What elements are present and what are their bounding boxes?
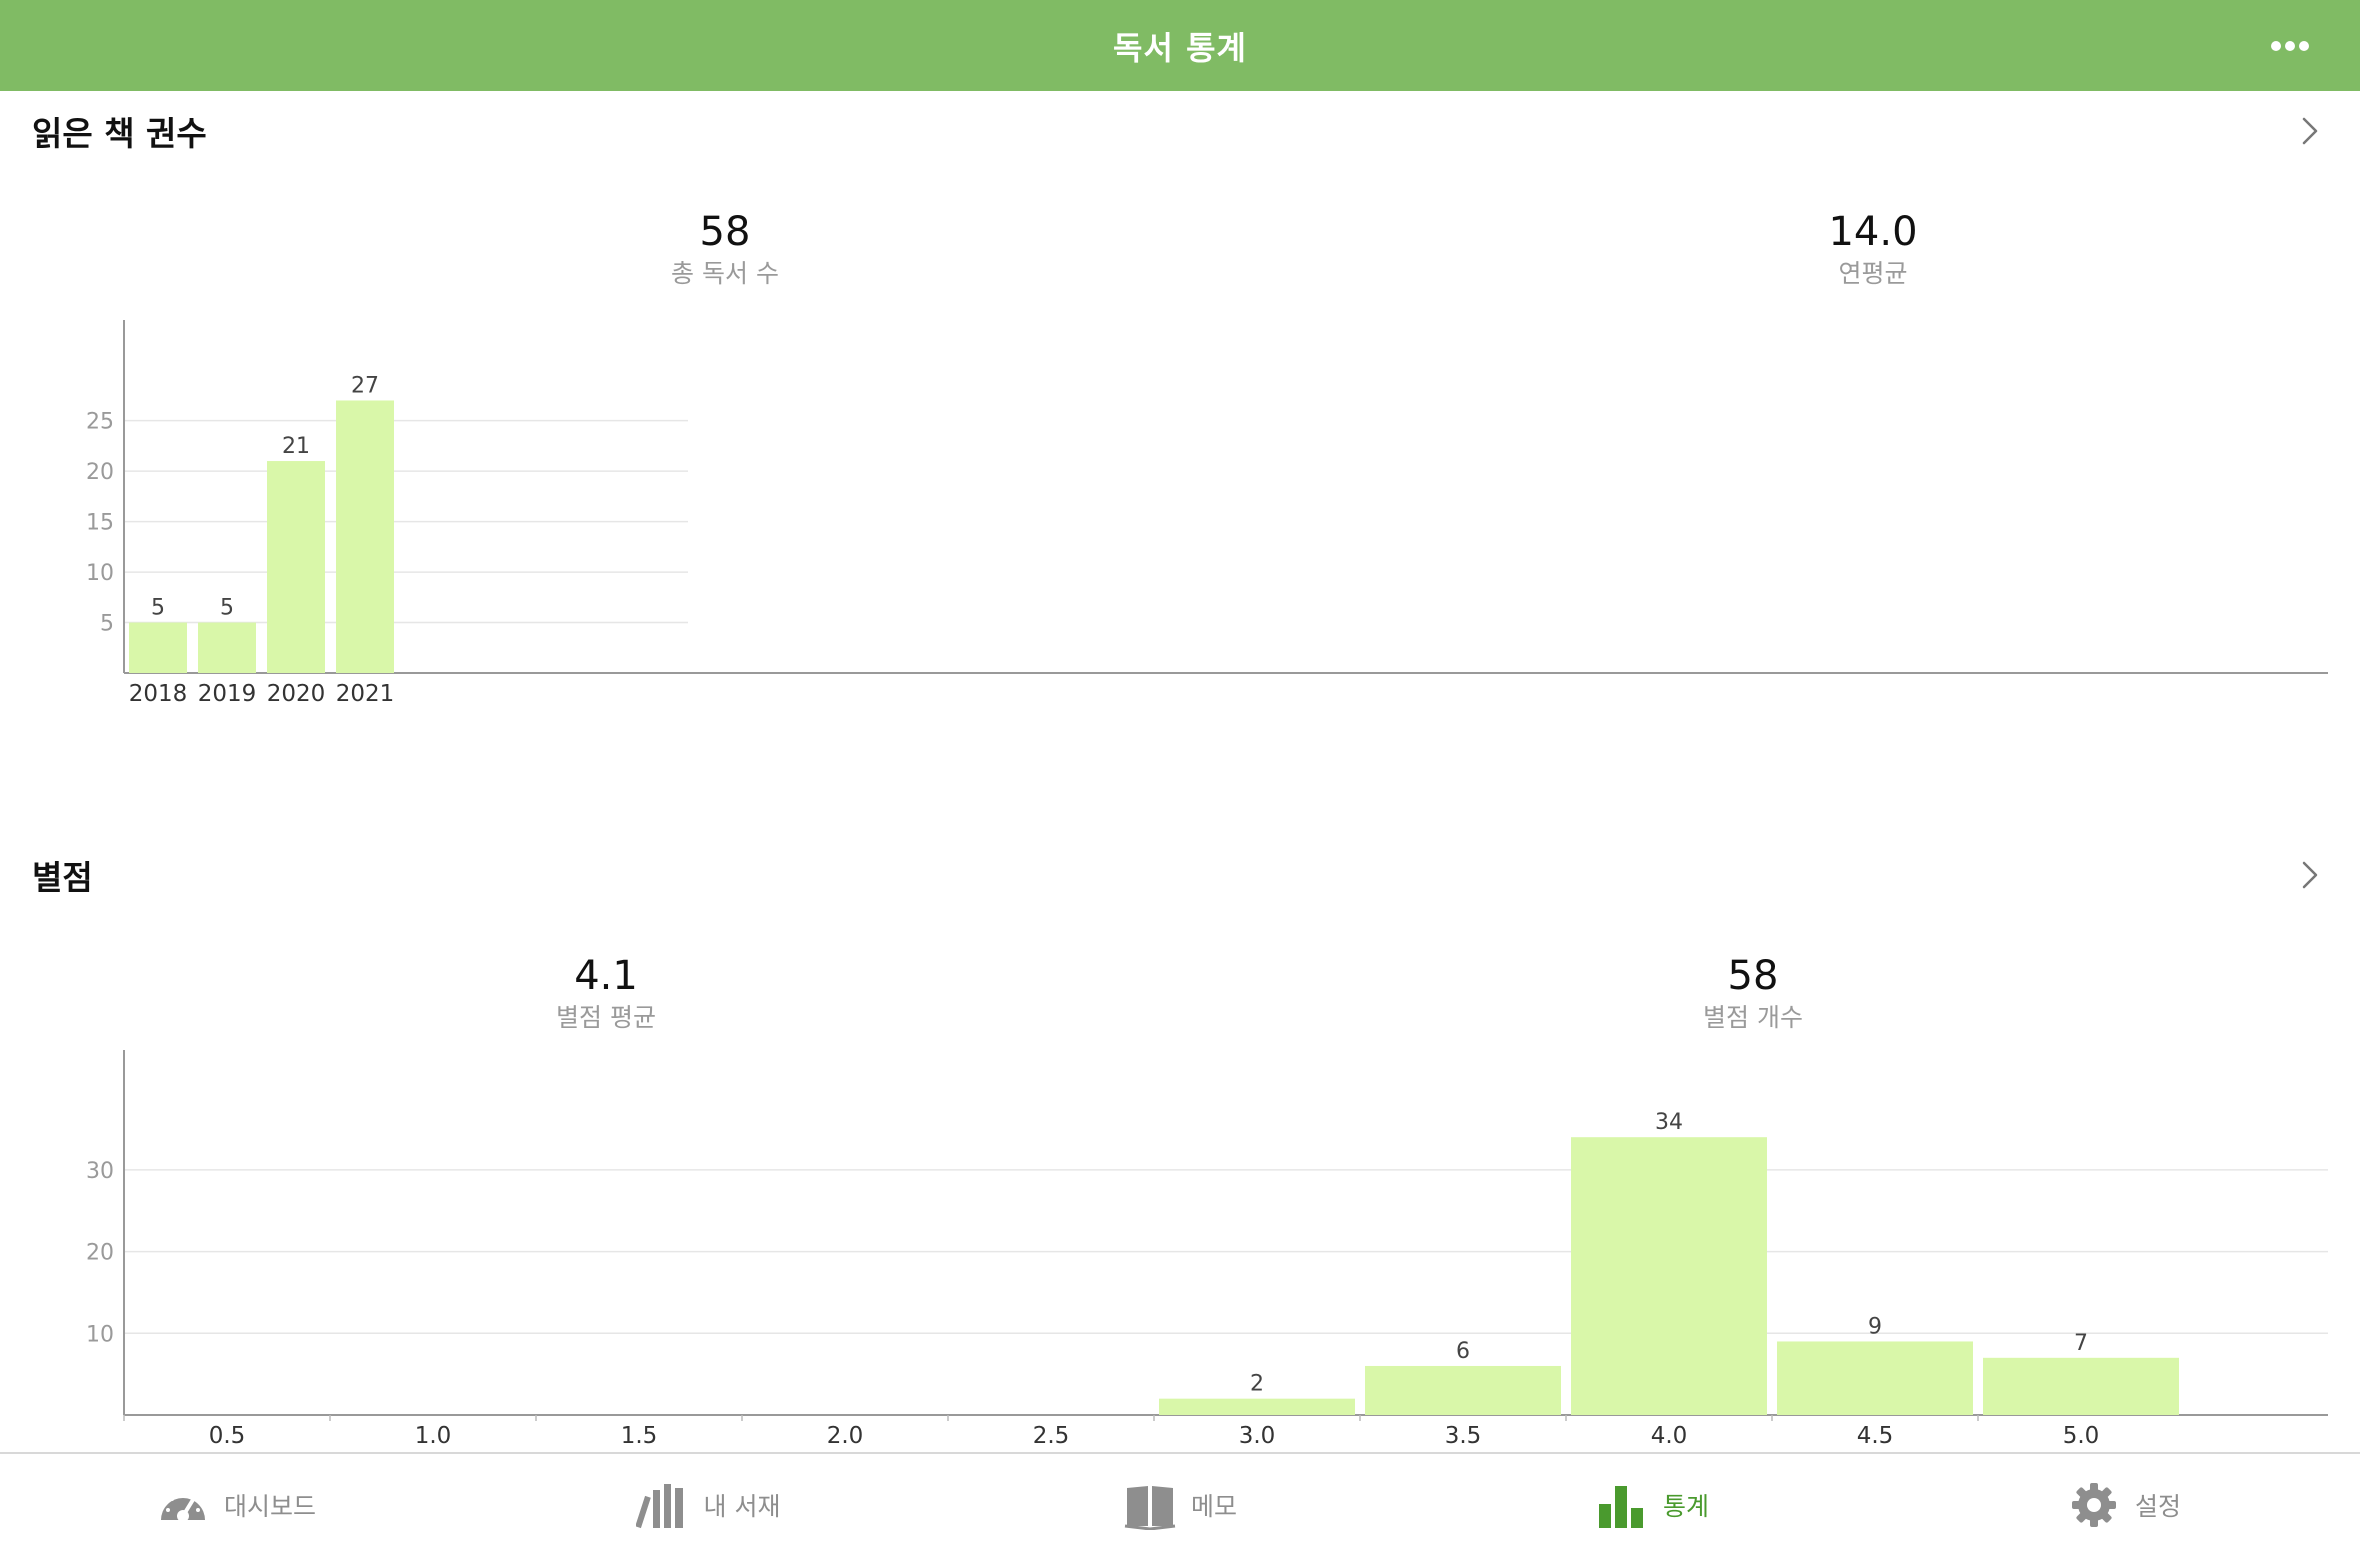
stat-label: 별점 개수 — [1703, 1003, 1803, 1032]
section-title-rating: 별점 — [32, 858, 93, 897]
page-title: 독서 통계 — [1113, 28, 1247, 67]
x-tick-label: 2019 — [198, 681, 257, 707]
stat-value: 4.1 — [574, 953, 638, 999]
bar — [129, 622, 187, 673]
ellipsis-icon — [2271, 41, 2309, 51]
x-tick-label: 4.0 — [1651, 1423, 1688, 1449]
x-tick-label: 2018 — [129, 681, 188, 707]
rating-average-stat: 4.1 별점 평균 — [406, 952, 806, 1036]
data-label: 6 — [1456, 1339, 1470, 1364]
bar — [267, 461, 325, 673]
x-tick-label: 5.0 — [2063, 1423, 2100, 1449]
x-tick-label: 2.5 — [1033, 1423, 1070, 1449]
y-tick-label: 15 — [86, 511, 114, 536]
bar — [1159, 1398, 1355, 1415]
bar — [336, 400, 394, 673]
books-read-section-header[interactable]: 읽은 책 권수 — [0, 91, 2360, 171]
x-tick-label: 2.0 — [827, 1423, 864, 1449]
x-tick-label: 2020 — [267, 681, 326, 707]
y-tick-label: 25 — [86, 410, 114, 435]
tab-label: 설정 — [2134, 1492, 2181, 1521]
more-button[interactable] — [2260, 26, 2320, 66]
bar-chart-icon — [1598, 1486, 1643, 1528]
y-tick-label: 20 — [86, 1241, 114, 1266]
y-tick-label: 5 — [100, 612, 114, 637]
tab-label: 통계 — [1662, 1492, 1709, 1521]
y-tick-label: 10 — [86, 561, 114, 586]
x-tick-label: 2021 — [336, 681, 395, 707]
x-tick-label: 1.0 — [415, 1423, 452, 1449]
tab-memo[interactable]: 메모 — [944, 1454, 1416, 1556]
rating-section-header[interactable]: 별점 — [0, 835, 2360, 915]
total-books-stat: 58 총 독서 수 — [525, 208, 925, 292]
data-label: 27 — [351, 373, 379, 398]
stat-label: 연평균 — [1838, 259, 1908, 288]
x-tick-label: 3.0 — [1239, 1423, 1276, 1449]
yearly-average-stat: 14.0 연평균 — [1673, 208, 2073, 292]
bar — [198, 622, 256, 673]
tab-label: 메모 — [1190, 1492, 1237, 1521]
y-tick-label: 10 — [86, 1322, 114, 1347]
bar — [1365, 1365, 1561, 1415]
chevron-right-icon — [2302, 117, 2318, 145]
rating-distribution-chart: 10 20 30 0.5 1.0 1.5 2.0 2.5 2 3.0 6 3.5 34 4.0 9 4.5 7 5… — [86, 1050, 2328, 1449]
data-label: 21 — [282, 434, 310, 459]
x-tick-label: 0.5 — [209, 1423, 246, 1449]
data-label: 34 — [1655, 1110, 1683, 1135]
tab-statistics[interactable]: 통계 — [1416, 1454, 1888, 1556]
stat-value: 58 — [1727, 953, 1779, 999]
bar — [1983, 1357, 2179, 1415]
x-tick-label: 1.5 — [621, 1423, 658, 1449]
data-label: 7 — [2074, 1331, 2088, 1356]
stat-label: 별점 평균 — [556, 1003, 656, 1032]
tab-my-library[interactable]: 내 서재 — [472, 1454, 944, 1556]
bookshelf-icon — [635, 1484, 683, 1529]
speedometer-icon — [160, 1492, 205, 1522]
rating-count-stat: 58 별점 개수 — [1553, 952, 1953, 1036]
tab-bar: 대시보드 내 서재 메모 통계 설정 — [0, 1452, 2360, 1556]
tab-label: 대시보드 — [223, 1492, 316, 1521]
bar — [1571, 1137, 1767, 1415]
data-label: 2 — [1250, 1372, 1264, 1397]
data-label: 5 — [151, 596, 165, 621]
y-tick-label: 20 — [86, 460, 114, 485]
open-book-icon — [1124, 1486, 1176, 1530]
x-tick-label: 4.5 — [1857, 1423, 1894, 1449]
navigation-bar: 독서 통계 — [0, 0, 2360, 91]
tab-dashboard[interactable]: 대시보드 — [0, 1454, 472, 1556]
x-tick-label: 3.5 — [1445, 1423, 1482, 1449]
bar — [1777, 1341, 1973, 1415]
tab-label: 내 서재 — [703, 1492, 781, 1521]
chevron-right-icon — [2302, 861, 2318, 889]
y-tick-label: 30 — [86, 1159, 114, 1184]
stat-label: 총 독서 수 — [671, 259, 779, 288]
data-label: 5 — [220, 596, 234, 621]
books-per-year-chart: 5 10 15 20 25 5 2018 5 2019 21 2020 27 2021 — [86, 320, 2328, 707]
stat-value: 58 — [699, 209, 751, 255]
tab-settings[interactable]: 설정 — [1888, 1454, 2360, 1556]
stat-value: 14.0 — [1828, 209, 1918, 255]
section-title-books: 읽은 책 권수 — [32, 114, 207, 153]
data-label: 9 — [1868, 1314, 1882, 1339]
gear-icon — [2071, 1483, 2116, 1527]
